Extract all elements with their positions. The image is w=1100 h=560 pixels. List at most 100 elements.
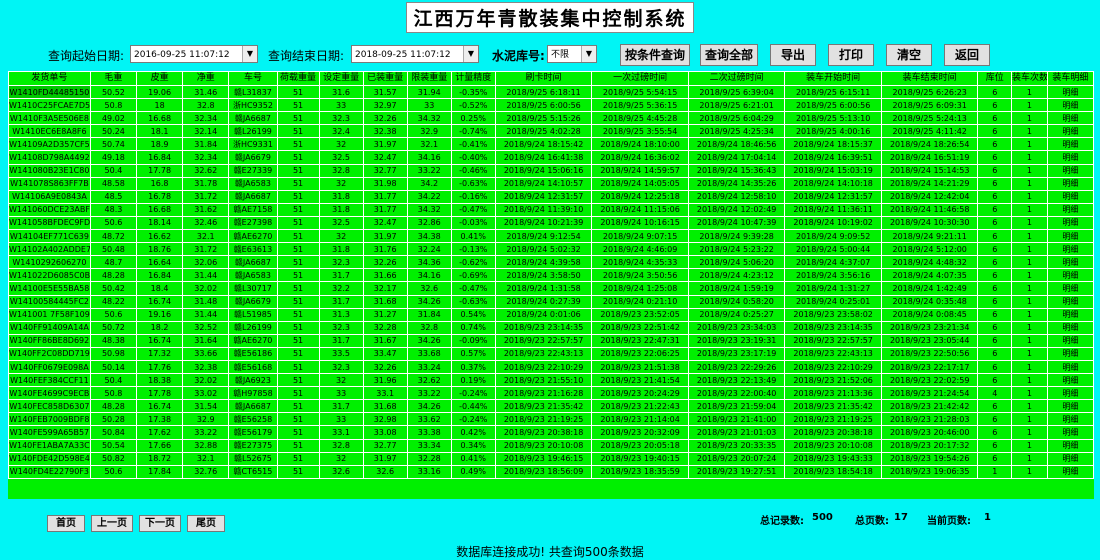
- detail-link[interactable]: 明细: [1046, 438, 1094, 453]
- table-cell: 2018/9/24 4:07:35: [880, 268, 979, 283]
- table-row[interactable]: W140FF86BE8D692 48.38 16.74 31.64 赣AE6270 51 3…: [8, 333, 1094, 348]
- column-header[interactable]: 皮重: [135, 71, 184, 86]
- detail-link[interactable]: 明细: [1046, 124, 1094, 139]
- table-row[interactable]: W1410C25FCAE7D5 50.8 18 32.8 浙HC9352 51 33 32.9…: [8, 98, 1094, 113]
- column-header[interactable]: 装车结束时间: [880, 71, 979, 86]
- detail-link[interactable]: 明细: [1046, 111, 1094, 126]
- column-header[interactable]: 一次过磅时间: [591, 71, 689, 86]
- detail-link[interactable]: 明细: [1046, 346, 1094, 361]
- column-header[interactable]: 已装重量: [362, 71, 408, 86]
- column-header[interactable]: 装车次数: [1011, 71, 1048, 86]
- table-row[interactable]: W14100584445FC2 48.22 16.74 31.48 赣JA6679 51 3…: [8, 294, 1094, 309]
- column-header[interactable]: 装车明细: [1046, 71, 1094, 86]
- back-button[interactable]: 返回: [944, 44, 990, 66]
- chevron-down-icon[interactable]: ▼: [581, 46, 596, 62]
- detail-link[interactable]: 明细: [1046, 359, 1094, 375]
- column-header[interactable]: 刷卡时间: [494, 71, 593, 86]
- detail-link[interactable]: 明细: [1046, 84, 1094, 100]
- detail-link[interactable]: 明细: [1046, 137, 1094, 152]
- prev-page-button[interactable]: 上一页: [91, 515, 133, 532]
- table-row[interactable]: W140FD4E22790F3 50.6 17.84 32.76 赣CT6515 51 32…: [8, 464, 1094, 479]
- detail-link[interactable]: 明细: [1046, 412, 1094, 427]
- end-date-picker[interactable]: 2018-09-25 11:07:12 ▼: [351, 45, 479, 63]
- detail-link[interactable]: 明细: [1046, 425, 1094, 440]
- query-condition-button[interactable]: 按条件查询: [620, 44, 690, 66]
- table-cell: 2018/9/24 4:23:12: [687, 268, 786, 283]
- table-row[interactable]: W140FE1ABA7A33C 50.54 17.66 32.88 赣E27375 51 3…: [8, 438, 1094, 453]
- table-row[interactable]: W1410EC6E8A8F6 50.24 18.1 32.14 赣L26199 51 32.…: [8, 124, 1094, 139]
- detail-link[interactable]: 明细: [1046, 268, 1094, 283]
- detail-link[interactable]: 明细: [1046, 386, 1094, 401]
- table-row[interactable]: W140FF2C08DD719 50.98 17.32 33.66 赣E56186 51 3…: [8, 346, 1094, 361]
- detail-link[interactable]: 明细: [1046, 320, 1094, 335]
- records-grid[interactable]: 发货单号 毛重 皮重 净重 车号 荷载重量 设定重量 已装重量 限装重量 计量精度 刷卡时间 一次过磅…: [8, 71, 1094, 499]
- query-all-button[interactable]: 查询全部: [700, 44, 758, 66]
- table-row[interactable]: W14106A9E0843A 48.5 16.78 31.72 赣JA6687 51 31.…: [8, 189, 1094, 204]
- detail-link[interactable]: 明细: [1046, 163, 1094, 178]
- silo-select[interactable]: 不限 ▼: [547, 45, 597, 63]
- column-header[interactable]: 毛重: [89, 71, 138, 86]
- column-header[interactable]: 二次过磅时间: [687, 71, 786, 86]
- table-row[interactable]: W140FEB7009BDF8 50.28 17.38 32.9 赣E56258 51 33…: [8, 412, 1094, 427]
- table-cell: 6: [977, 137, 1013, 152]
- clear-button[interactable]: 清空: [886, 44, 932, 66]
- detail-link[interactable]: 明细: [1046, 215, 1094, 231]
- last-page-button[interactable]: 尾页: [187, 515, 225, 532]
- first-page-button[interactable]: 首页: [47, 515, 85, 532]
- column-header[interactable]: 装车开始时间: [784, 71, 882, 86]
- detail-link[interactable]: 明细: [1046, 333, 1094, 348]
- detail-link[interactable]: 明细: [1046, 373, 1094, 388]
- detail-link[interactable]: 明细: [1046, 255, 1094, 270]
- next-page-button[interactable]: 下一页: [139, 515, 181, 532]
- chevron-down-icon[interactable]: ▼: [242, 46, 257, 62]
- column-header[interactable]: 车号: [228, 71, 278, 86]
- chevron-down-icon[interactable]: ▼: [463, 46, 478, 62]
- table-row[interactable]: W1410FD44485150 50.52 19.06 31.46 赣L31837 51 3…: [8, 84, 1094, 100]
- column-header[interactable]: 荷载重量: [276, 71, 320, 86]
- table-row[interactable]: W141078S863FF7B 48.58 16.8 31.78 赣JA6583 51 32…: [8, 176, 1094, 191]
- table-row[interactable]: W1410292606270 48.7 16.64 32.06 赣JA6687 51 32.…: [8, 255, 1094, 270]
- table-row[interactable]: W140FE599A65B57 50.84 17.62 33.22 赣E56179 51 3…: [8, 425, 1094, 440]
- table-row[interactable]: W140FE4699C9ECB 50.8 17.78 33.02 赣H97858 51 33…: [8, 386, 1094, 401]
- table-row[interactable]: W140FF91409A14A 50.72 18.2 32.52 赣L26199 51 32…: [8, 320, 1094, 335]
- table-row[interactable]: W1410F3A5E506E8 49.02 16.68 32.34 赣JA6687 51 3…: [8, 111, 1094, 126]
- detail-link[interactable]: 明细: [1046, 307, 1094, 322]
- detail-link[interactable]: 明细: [1046, 229, 1094, 244]
- table-row[interactable]: W141022D6085C0B 48.28 16.84 31.44 赣JA6583 51 3…: [8, 268, 1094, 283]
- table-row[interactable]: W14109A2D357CF5 50.74 18.9 31.84 浙HC9331 51 32…: [8, 137, 1094, 152]
- detail-link[interactable]: 明细: [1046, 98, 1094, 113]
- table-row[interactable]: W14102A402ADDE7 50.48 18.76 31.72 赣E63613 51 3…: [8, 242, 1094, 257]
- table-cell: 33.62: [406, 412, 452, 427]
- column-header[interactable]: 限装重量: [406, 71, 452, 86]
- table-row[interactable]: W141080B23E1C80 50.4 17.78 32.62 赣E27339 51 32…: [8, 163, 1094, 178]
- detail-link[interactable]: 明细: [1046, 189, 1094, 204]
- start-date-picker[interactable]: 2016-09-25 11:07:12 ▼: [130, 45, 258, 63]
- table-row[interactable]: W141060DCE23ABF 48.3 16.68 31.62 赣AE7158 51 31…: [8, 202, 1094, 217]
- detail-link[interactable]: 明细: [1046, 242, 1094, 257]
- detail-link[interactable]: 明细: [1046, 176, 1094, 191]
- table-row[interactable]: W140FF0679E098A 50.14 17.76 32.38 赣E56168 51 3…: [8, 359, 1094, 375]
- detail-link[interactable]: 明细: [1046, 281, 1094, 296]
- column-header[interactable]: 设定重量: [318, 71, 364, 86]
- column-header[interactable]: 计量精度: [450, 71, 496, 86]
- column-header[interactable]: 库位: [977, 71, 1013, 86]
- detail-link[interactable]: 明细: [1046, 464, 1094, 479]
- table-cell: 赣L30717: [228, 281, 278, 296]
- detail-link[interactable]: 明细: [1046, 294, 1094, 309]
- detail-link[interactable]: 明细: [1046, 399, 1094, 414]
- table-row[interactable]: W140FEC858D6307 48.28 16.74 31.54 赣JA6687 51 3…: [8, 399, 1094, 414]
- table-row[interactable]: W141058BFDEC9FD 50.6 18.14 32.46 赣E27398 51 32…: [8, 215, 1094, 231]
- export-button[interactable]: 导出: [770, 44, 816, 66]
- table-row[interactable]: W14100E5E55BA58 50.42 18.4 32.02 赣L30717 51 32…: [8, 281, 1094, 296]
- table-row[interactable]: W140FDE42D598E4 50.82 18.72 32.1 赣L52675 51 32…: [8, 451, 1094, 466]
- column-header[interactable]: 发货单号: [8, 71, 91, 86]
- table-row[interactable]: W140FEF384CCF11 50.4 18.38 32.02 赣JA6923 51 32…: [8, 373, 1094, 388]
- detail-link[interactable]: 明细: [1046, 202, 1094, 217]
- print-button[interactable]: 打印: [828, 44, 874, 66]
- detail-link[interactable]: 明细: [1046, 451, 1094, 466]
- table-row[interactable]: W14108D798A4492 49.18 16.84 32.34 赣JA6679 51 3…: [8, 150, 1094, 165]
- table-row[interactable]: W14104EF771C639 48.72 16.62 32.1 赣AE6270 51 32…: [8, 229, 1094, 244]
- detail-link[interactable]: 明细: [1046, 150, 1094, 165]
- table-row[interactable]: W141001 7F58F109 50.6 19.16 31.44 赣L51985 51 3…: [8, 307, 1094, 322]
- column-header[interactable]: 净重: [182, 71, 230, 86]
